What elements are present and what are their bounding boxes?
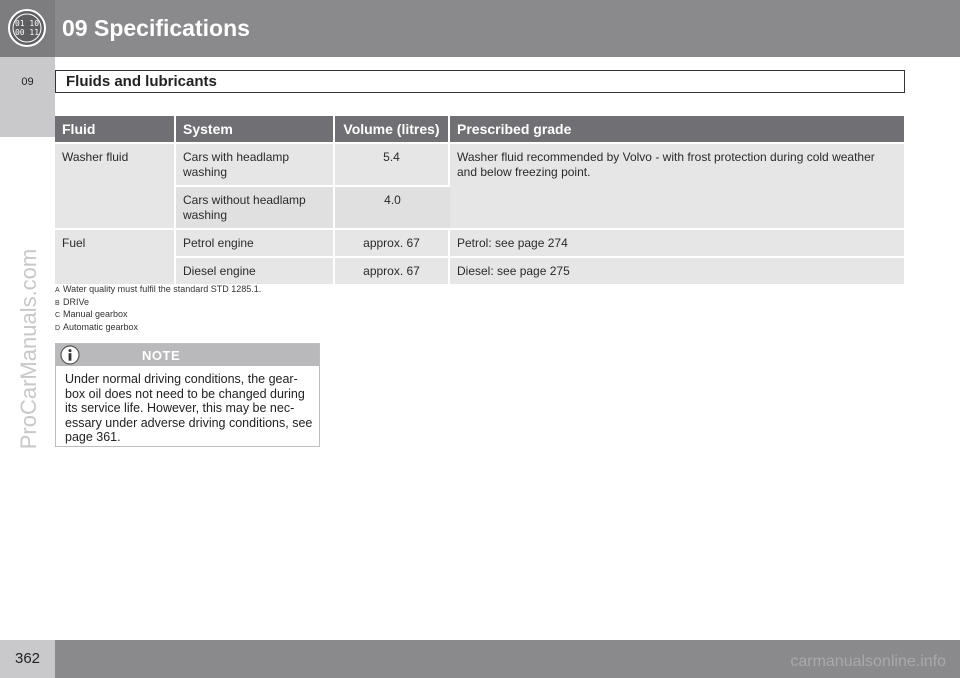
table-row: Diesel engine approx. 67 Diesel: see pag…	[55, 256, 904, 284]
footnote: C Manual gearbox	[55, 309, 261, 322]
gauge-icon: 01 10 00 11	[8, 9, 46, 47]
chapter-side-tab	[0, 57, 55, 137]
footer-tab: 362	[0, 640, 55, 678]
footnote-text: Water quality must fulfil the standard S…	[63, 284, 262, 294]
cell-grade: Washer fluid recommended by Volvo - with…	[450, 142, 904, 228]
footnote-mark: B	[55, 299, 60, 307]
fluids-table: Fluid System Volume (litres) Prescribed …	[55, 116, 904, 284]
footnote: B DRIVe	[55, 297, 261, 310]
chapter-title: 09 Specifications	[62, 15, 250, 41]
footnote-mark: C	[55, 312, 61, 319]
side-watermark: ProCarManuals.com	[16, 248, 41, 450]
note-text: Under normal driving conditions, the gea…	[65, 372, 313, 444]
table-row: Washer fluid Cars with headlamp washing …	[55, 142, 904, 228]
cell-system: Cars without headlamp washing	[176, 185, 335, 228]
footnotes: A Water quality must fulfil the standard …	[55, 284, 261, 334]
footnote-mark: D	[55, 324, 61, 332]
section-title: Fluids and lubricants	[66, 73, 217, 90]
table-header-row: Fluid System Volume (litres) Prescribed …	[55, 116, 904, 142]
cell-volume: approx. 67	[335, 228, 450, 256]
info-icon	[60, 345, 80, 365]
cell-fluid: Fuel	[55, 228, 176, 284]
page-number: 362	[14, 650, 41, 667]
header-tab: 01 10 00 11	[0, 0, 55, 57]
section-title-box: Fluids and lubricants	[55, 70, 905, 93]
page-footer: 362 carmanualsonline.info	[0, 640, 960, 678]
cell-system: Cars with headlamp washing	[176, 142, 335, 185]
table-row: Fuel Petrol engine approx. 67 Petrol: se…	[55, 228, 904, 284]
column-header-grade: Prescribed grade	[450, 116, 904, 142]
footnote-text: Manual gearbox	[63, 309, 128, 319]
note-label: NOTE	[142, 348, 181, 363]
chapter-side-tab-label: 09	[21, 76, 34, 88]
cell-volume: 5.4	[335, 142, 450, 185]
column-header-system: System	[176, 116, 335, 142]
column-header-fluid: Fluid	[55, 116, 176, 142]
footnote-text: DRIVe	[63, 296, 90, 307]
cell-volume: 4.0	[335, 185, 450, 228]
svg-text:00 11: 00 11	[15, 28, 39, 37]
note-header: NOTE	[56, 344, 319, 366]
svg-text:01 10: 01 10	[15, 19, 39, 28]
cell-fluid: Washer fluid	[55, 142, 176, 228]
footnote: D Automatic gearbox	[55, 322, 261, 335]
cell-grade: Diesel: see page 275	[450, 256, 904, 284]
cell-system: Diesel engine	[176, 256, 335, 284]
cell-grade: Petrol: see page 274	[450, 228, 904, 256]
chapter-header: 01 10 00 11 09 Specifications	[0, 0, 960, 57]
footnote-text: Automatic gearbox	[63, 321, 139, 332]
column-header-volume: Volume (litres)	[335, 116, 450, 142]
cell-volume: approx. 67	[335, 256, 450, 284]
cell-system: Petrol engine	[176, 228, 335, 256]
note-box: NOTE Under normal driving conditions, th…	[55, 343, 320, 447]
footnote-mark: A	[55, 287, 60, 294]
footnote: A Water quality must fulfil the standard …	[55, 284, 261, 297]
footer-watermark: carmanualsonline.info	[790, 653, 946, 670]
